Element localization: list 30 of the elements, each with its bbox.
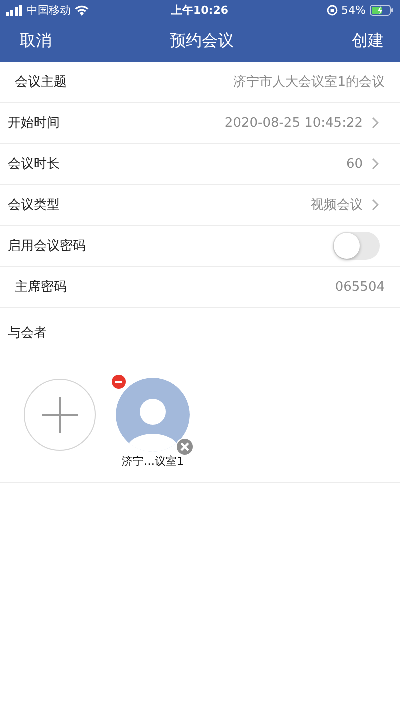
signal-icon <box>6 4 23 16</box>
row-label: 主席密码 <box>15 279 67 296</box>
row-value: 济宁市人大会议室1的会议 <box>234 74 385 91</box>
row-value[interactable]: 60 <box>346 156 363 172</box>
plus-icon <box>42 397 78 433</box>
remove-icon[interactable] <box>112 375 126 389</box>
chevron-right-icon[interactable] <box>372 158 379 170</box>
page-title: 预约会议 <box>170 30 234 52</box>
rotation-lock-icon <box>326 4 338 16</box>
cancel-button[interactable]: 取消 <box>20 30 52 52</box>
row-value: 065504 <box>335 280 385 294</box>
row-value[interactable]: 视频会议 <box>311 196 363 214</box>
row-value[interactable]: 2020-08-25 10:45:22 <box>224 116 363 130</box>
row-label: 开始时间 <box>8 115 60 132</box>
row-label: 会议时长 <box>8 156 60 173</box>
battery-icon <box>370 4 394 16</box>
attendees-heading: 与会者 <box>8 326 47 341</box>
wifi-icon <box>75 4 89 16</box>
chevron-right-icon[interactable] <box>372 199 379 211</box>
attendee-name: 济宁…议室1 <box>122 454 184 469</box>
row-label: 会议类型 <box>8 197 60 214</box>
password-toggle[interactable] <box>333 232 380 260</box>
row-label: 会议主题 <box>15 74 67 91</box>
close-icon[interactable] <box>176 438 194 456</box>
row-label: 启用会议密码 <box>8 238 86 255</box>
carrier-name: 中国移动 <box>27 2 71 18</box>
battery-percent: 54% <box>342 4 366 16</box>
chevron-right-icon[interactable] <box>372 117 379 129</box>
status-time: 上午10:26 <box>172 2 228 18</box>
create-button[interactable]: 创建 <box>352 30 384 52</box>
